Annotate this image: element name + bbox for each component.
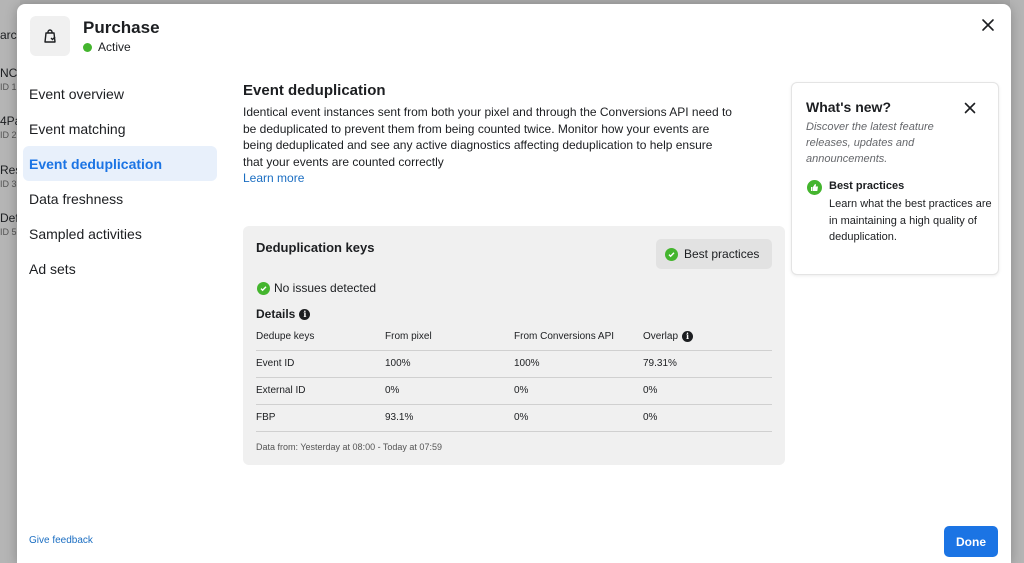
table-cell: 0%: [643, 377, 772, 405]
sidebar-item-label: Event matching: [29, 120, 126, 137]
table-cell: 100%: [514, 350, 643, 378]
table-row: Event ID 100% 100% 79.31%: [256, 350, 772, 378]
column-header: Overlap: [643, 330, 679, 342]
status-text: No issues detected: [274, 281, 377, 295]
table-cell: 0%: [643, 404, 772, 432]
section-title: Event deduplication: [243, 82, 386, 99]
table-row: FBP 93.1% 0% 0%: [256, 404, 772, 432]
sidebar-item-event-matching[interactable]: Event matching: [23, 111, 217, 146]
close-button[interactable]: [979, 16, 997, 34]
table-cell: 0%: [385, 377, 514, 405]
page-title: Purchase: [83, 18, 160, 37]
status-dot-icon: [83, 42, 92, 52]
deduplication-keys-card: Deduplication keys Best practices No iss…: [243, 226, 785, 465]
sidebar-item-label: Ad sets: [29, 260, 76, 277]
best-practices-label: Best practices: [684, 247, 760, 261]
thumbs-up-icon: [807, 180, 822, 195]
table-cell: 0%: [514, 404, 643, 432]
whats-new-item-text: Learn what the best practices are in mai…: [829, 198, 992, 243]
status-message: No issues detected: [257, 281, 376, 295]
sidebar-item-event-overview[interactable]: Event overview: [23, 76, 217, 111]
column-header: From Conversions API: [514, 323, 643, 351]
table-row: External ID 0% 0% 0%: [256, 377, 772, 405]
sidebar-item-label: Data freshness: [29, 190, 124, 207]
whats-new-panel: What's new? Discover the latest feature …: [791, 82, 999, 275]
learn-more-link[interactable]: Learn more: [243, 171, 743, 185]
status-label: Active: [98, 40, 131, 54]
data-range-note: Data from: Yesterday at 08:00 - Today at…: [256, 442, 442, 452]
table-cell: 100%: [385, 350, 514, 378]
whats-new-title: What's new?: [806, 99, 891, 115]
table-cell: 79.31%: [643, 350, 772, 378]
table-cell: FBP: [256, 404, 385, 432]
sidebar-item-event-deduplication[interactable]: Event deduplication: [23, 146, 217, 181]
best-practices-button[interactable]: Best practices: [656, 239, 772, 269]
whats-new-close-button[interactable]: [964, 101, 976, 114]
column-header: From pixel: [385, 323, 514, 351]
check-circle-icon: [665, 247, 678, 261]
check-circle-icon: [257, 281, 270, 295]
sidebar-item-sampled-activities[interactable]: Sampled activities: [23, 216, 217, 251]
details-heading: Details i: [256, 307, 311, 321]
info-icon[interactable]: i: [299, 308, 311, 320]
table-header-row: Dedupe keys From pixel From Conversions …: [256, 323, 772, 351]
sidebar-item-data-freshness[interactable]: Data freshness: [23, 181, 217, 216]
table-cell: Event ID: [256, 350, 385, 378]
give-feedback-link[interactable]: Give feedback: [29, 535, 93, 546]
whats-new-subtitle: Discover the latest feature releases, up…: [806, 121, 934, 165]
card-title: Deduplication keys: [256, 240, 375, 255]
table-cell: 93.1%: [385, 404, 514, 432]
sidebar-item-label: Sampled activities: [29, 225, 142, 242]
status-badge: Active: [83, 40, 131, 54]
background-row: NC ID 1: [0, 66, 18, 92]
whats-new-item-title[interactable]: Best practices: [829, 180, 904, 192]
table-cell: 0%: [514, 377, 643, 405]
details-label: Details: [256, 307, 296, 321]
event-details-modal: Purchase Active Event overview Event mat…: [17, 4, 1011, 563]
background-row: Def ID 5: [0, 211, 19, 237]
column-header: Dedupe keys: [256, 323, 385, 351]
background-row: arc: [0, 28, 17, 42]
close-icon: [964, 102, 976, 114]
sidebar-item-ad-sets[interactable]: Ad sets: [23, 251, 217, 286]
done-button[interactable]: Done: [944, 526, 998, 557]
sidebar-item-label: Event overview: [29, 85, 124, 102]
info-icon[interactable]: i: [682, 330, 694, 342]
close-icon: [982, 19, 994, 31]
background-right-panel: [1010, 0, 1024, 563]
section-description: Identical event instances sent from both…: [243, 105, 732, 169]
sidebar-item-label: Event deduplication: [29, 155, 163, 172]
table-cell: External ID: [256, 377, 385, 405]
column-header-overlap: Overlap i: [643, 323, 772, 351]
shopping-bag-icon: [30, 16, 70, 56]
dedupe-keys-table: Dedupe keys From pixel From Conversions …: [256, 323, 772, 432]
sidebar-nav: Event overview Event matching Event dedu…: [23, 76, 217, 286]
main-content: Event deduplication Identical event inst…: [243, 82, 743, 185]
